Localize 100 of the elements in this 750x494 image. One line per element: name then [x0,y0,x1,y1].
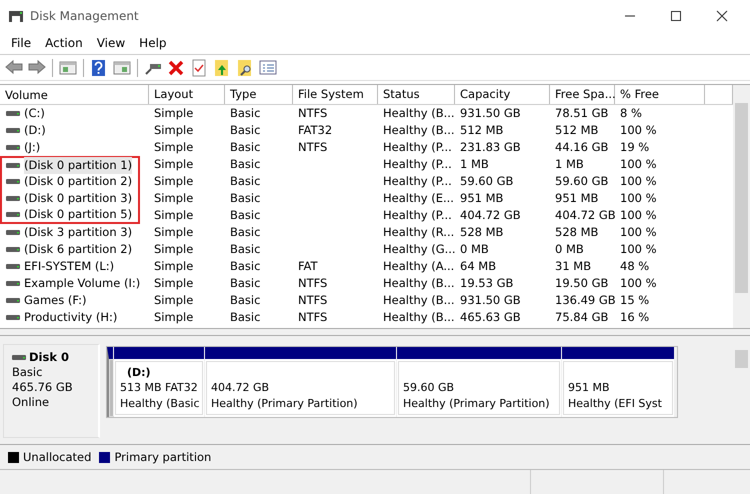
table-cell-text: 1 MB [459,156,490,173]
table-cell-text: 59.60 GB [554,173,610,190]
disk-detail: 465.76 GB [12,380,74,395]
table-cell-text: 19.53 GB [459,275,514,292]
column-header[interactable]: Status [378,85,455,104]
partition-detail: Healthy (Basic [120,396,198,412]
drive-icon [6,210,20,219]
disk-app-icon [8,8,24,22]
scrollbar[interactable] [733,85,750,328]
partition-block[interactable]: (D:) 513 MB FAT32 Healthy (Basic [114,347,204,417]
delete-icon[interactable] [167,58,185,76]
disk-detail: Basic [12,365,44,380]
list-icon[interactable] [259,58,277,76]
table-cell-text: Basic [229,309,262,326]
partition-block[interactable]: 404.72 GB Healthy (Primary Partition) [205,347,396,417]
table-cell-text: Healthy (A... [382,258,455,275]
table-cell-text: Healthy (P... [382,173,453,190]
table-cell-text: 100 % [619,122,658,139]
close-icon[interactable] [716,10,728,22]
menu-item[interactable]: Action [38,36,90,50]
table-cell[interactable]: (D:) [24,122,46,139]
table-cell-text: Basic [229,275,262,292]
console-tree-icon[interactable] [59,58,77,76]
table-cell-text: 931.50 GB [459,105,522,122]
menu-item[interactable]: View [90,36,132,50]
partition-block[interactable]: 59.60 GB Healthy (Primary Partition) [397,347,561,417]
column-header[interactable]: % Free [615,85,705,104]
help-icon[interactable] [90,58,108,76]
partition-block[interactable] [107,347,113,417]
table-cell-text: 0 MB [554,241,585,258]
drive-icon [6,143,20,152]
column-header[interactable]: Free Spa... [550,85,615,104]
table-cell-text: Simple [153,156,194,173]
table-cell[interactable]: (Disk 6 partition 2) [24,241,132,258]
table-cell-text: 100 % [619,275,658,292]
drive-icon [6,177,20,186]
column-header[interactable]: Layout [149,85,225,104]
table-cell-text: Healthy (B... [382,122,455,139]
table-cell-text: 16 % [619,309,650,326]
table-cell[interactable]: (Disk 0 partition 5) [24,206,132,223]
table-cell-text: 1 MB [554,156,585,173]
table-cell[interactable]: Example Volume (I:) [24,275,140,292]
table-cell-text: 100 % [619,190,658,207]
table-cell-text: Healthy (B... [382,275,455,292]
column-header[interactable]: Volume [0,85,149,104]
table-cell-text: Simple [153,139,194,156]
forward-arrow-icon[interactable] [28,58,46,76]
table-cell-text: 136.49 GB [554,292,615,309]
table-cell-text: 19 % [619,139,650,156]
table-cell[interactable]: Games (F:) [24,292,86,309]
back-arrow-icon[interactable] [5,58,23,76]
table-cell-text: 951 MB [554,190,600,207]
table-cell-text: 528 MB [459,224,504,241]
menu-item[interactable]: File [4,36,38,50]
table-cell-text: 31 MB [554,258,592,275]
table-cell-text: Basic [229,258,262,275]
table-cell[interactable]: (J:) [24,139,40,156]
table-cell-text: 100 % [619,156,658,173]
table-cell-text: Healthy (B... [382,105,455,122]
table-cell[interactable]: (Disk 0 partition 3) [24,190,132,207]
table-cell[interactable]: (Disk 0 partition 1) [24,157,132,174]
menu-item[interactable]: Help [132,36,174,50]
action-pane-icon[interactable] [113,58,131,76]
drive-icon [6,245,20,254]
drive-icon [6,262,20,271]
table-cell[interactable]: EFI-SYSTEM (L:) [24,258,114,275]
table-cell-text: Simple [153,292,194,309]
folder-search-icon[interactable] [236,58,254,76]
drive-icon [6,194,20,203]
column-header[interactable]: File System [293,85,378,104]
partition-block[interactable]: 951 MB Healthy (EFI Syst [562,347,674,417]
partition-detail: Healthy (Primary Partition) [403,396,551,412]
partition-detail: Healthy (EFI Syst [568,396,663,412]
disk-detail: Online [12,395,50,410]
table-cell-text: Simple [153,122,194,139]
table-cell[interactable]: (C:) [24,105,45,122]
table-cell-text: Simple [153,309,194,326]
drive-icon [6,228,20,237]
partition-label: (D:) [126,365,152,380]
table-cell-text: FAT32 [297,122,334,139]
table-cell[interactable]: (Disk 0 partition 2) [24,173,132,190]
drive-icon [6,109,20,118]
maximize-icon[interactable] [670,10,682,22]
drive-icon [6,279,20,288]
column-header[interactable]: Type [225,85,293,104]
table-cell-text: 512 MB [554,122,600,139]
table-cell[interactable]: Productivity (H:) [24,309,118,326]
table-cell-text: 512 MB [459,122,504,139]
table-cell-text: 78.51 GB [554,105,610,122]
column-header[interactable]: Capacity [455,85,550,104]
partition-detail: 513 MB FAT32 [120,380,198,396]
folder-up-icon[interactable] [213,58,231,76]
table-cell-text: Basic [229,190,262,207]
checklist-icon[interactable] [190,58,208,76]
partition-detail: 59.60 GB [403,380,456,396]
table-cell[interactable]: (Disk 3 partition 3) [24,224,132,241]
table-cell-text: 15 % [619,292,650,309]
table-cell-text: Simple [153,207,194,224]
table-cell-text: Healthy (E... [382,190,455,207]
table-cell-text: 931.50 GB [459,292,522,309]
